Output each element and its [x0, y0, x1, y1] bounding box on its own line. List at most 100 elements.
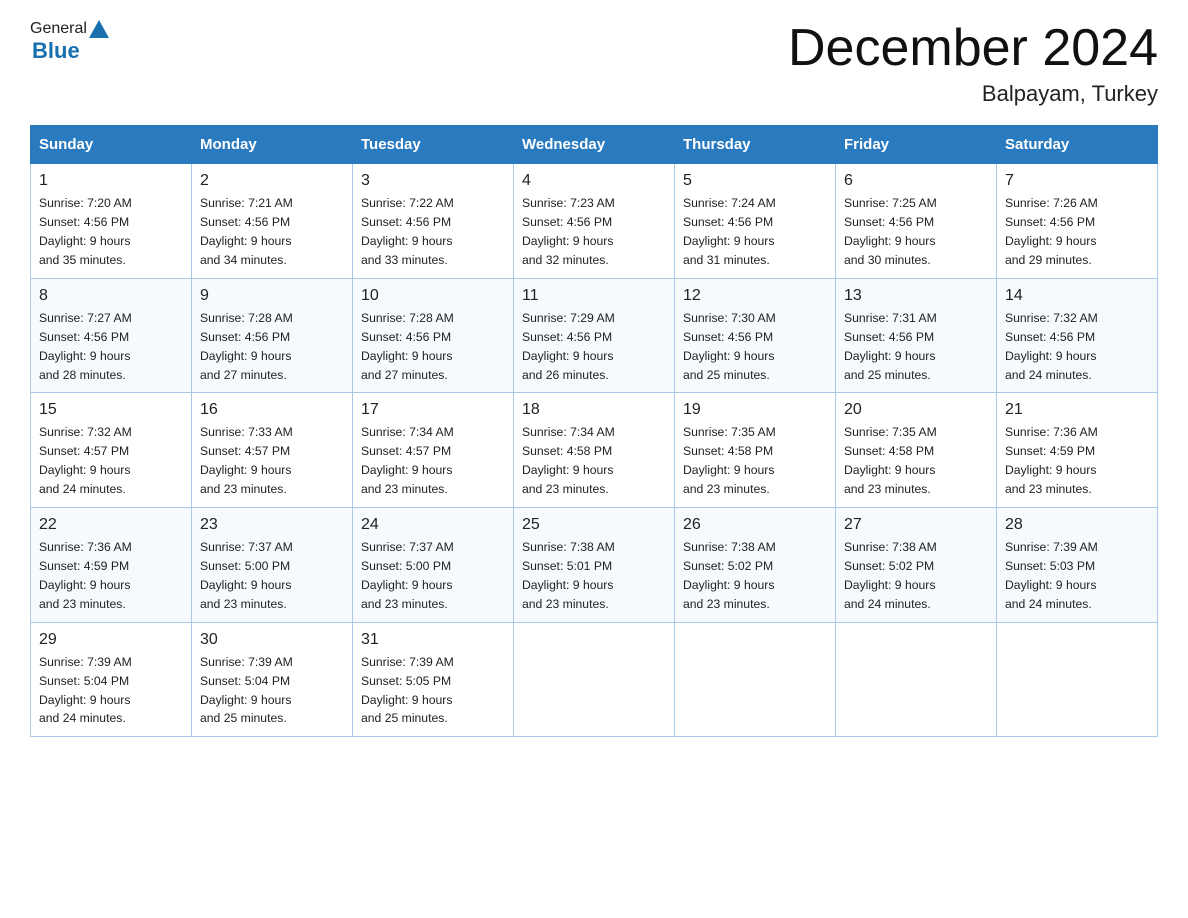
day-number: 24	[361, 516, 505, 534]
day-info: Sunrise: 7:21 AMSunset: 4:56 PMDaylight:…	[200, 196, 293, 267]
col-thursday: Thursday	[675, 126, 836, 164]
table-row: 30 Sunrise: 7:39 AMSunset: 5:04 PMDaylig…	[192, 622, 353, 737]
table-row: 23 Sunrise: 7:37 AMSunset: 5:00 PMDaylig…	[192, 508, 353, 623]
logo-triangle-icon	[89, 20, 109, 38]
table-row: 2 Sunrise: 7:21 AMSunset: 4:56 PMDayligh…	[192, 164, 353, 279]
calendar-week-row: 8 Sunrise: 7:27 AMSunset: 4:56 PMDayligh…	[31, 278, 1158, 393]
table-row: 9 Sunrise: 7:28 AMSunset: 4:56 PMDayligh…	[192, 278, 353, 393]
day-info: Sunrise: 7:24 AMSunset: 4:56 PMDaylight:…	[683, 196, 776, 267]
day-number: 11	[522, 287, 666, 305]
day-number: 12	[683, 287, 827, 305]
day-info: Sunrise: 7:34 AMSunset: 4:57 PMDaylight:…	[361, 425, 454, 496]
table-row: 28 Sunrise: 7:39 AMSunset: 5:03 PMDaylig…	[997, 508, 1158, 623]
table-row: 31 Sunrise: 7:39 AMSunset: 5:05 PMDaylig…	[353, 622, 514, 737]
day-number: 3	[361, 172, 505, 190]
calendar-week-row: 15 Sunrise: 7:32 AMSunset: 4:57 PMDaylig…	[31, 393, 1158, 508]
day-info: Sunrise: 7:38 AMSunset: 5:01 PMDaylight:…	[522, 540, 615, 611]
day-info: Sunrise: 7:35 AMSunset: 4:58 PMDaylight:…	[683, 425, 776, 496]
day-number: 28	[1005, 516, 1149, 534]
col-saturday: Saturday	[997, 126, 1158, 164]
day-info: Sunrise: 7:39 AMSunset: 5:04 PMDaylight:…	[200, 655, 293, 726]
table-row: 6 Sunrise: 7:25 AMSunset: 4:56 PMDayligh…	[836, 164, 997, 279]
day-number: 15	[39, 401, 183, 419]
table-row: 16 Sunrise: 7:33 AMSunset: 4:57 PMDaylig…	[192, 393, 353, 508]
logo-general-text: General	[30, 20, 87, 38]
table-row: 20 Sunrise: 7:35 AMSunset: 4:58 PMDaylig…	[836, 393, 997, 508]
day-number: 16	[200, 401, 344, 419]
table-row: 22 Sunrise: 7:36 AMSunset: 4:59 PMDaylig…	[31, 508, 192, 623]
table-row: 13 Sunrise: 7:31 AMSunset: 4:56 PMDaylig…	[836, 278, 997, 393]
day-number: 22	[39, 516, 183, 534]
logo: General Blue	[30, 20, 111, 64]
day-info: Sunrise: 7:23 AMSunset: 4:56 PMDaylight:…	[522, 196, 615, 267]
day-number: 31	[361, 631, 505, 649]
day-info: Sunrise: 7:30 AMSunset: 4:56 PMDaylight:…	[683, 311, 776, 382]
day-number: 13	[844, 287, 988, 305]
table-row: 3 Sunrise: 7:22 AMSunset: 4:56 PMDayligh…	[353, 164, 514, 279]
table-row: 25 Sunrise: 7:38 AMSunset: 5:01 PMDaylig…	[514, 508, 675, 623]
table-row: 12 Sunrise: 7:30 AMSunset: 4:56 PMDaylig…	[675, 278, 836, 393]
day-number: 25	[522, 516, 666, 534]
location-text: Balpayam, Turkey	[788, 81, 1158, 107]
day-number: 26	[683, 516, 827, 534]
day-info: Sunrise: 7:32 AMSunset: 4:56 PMDaylight:…	[1005, 311, 1098, 382]
day-info: Sunrise: 7:25 AMSunset: 4:56 PMDaylight:…	[844, 196, 937, 267]
table-row: 29 Sunrise: 7:39 AMSunset: 5:04 PMDaylig…	[31, 622, 192, 737]
table-row: 17 Sunrise: 7:34 AMSunset: 4:57 PMDaylig…	[353, 393, 514, 508]
day-info: Sunrise: 7:36 AMSunset: 4:59 PMDaylight:…	[1005, 425, 1098, 496]
day-info: Sunrise: 7:33 AMSunset: 4:57 PMDaylight:…	[200, 425, 293, 496]
day-info: Sunrise: 7:20 AMSunset: 4:56 PMDaylight:…	[39, 196, 132, 267]
table-row: 15 Sunrise: 7:32 AMSunset: 4:57 PMDaylig…	[31, 393, 192, 508]
day-number: 27	[844, 516, 988, 534]
day-number: 10	[361, 287, 505, 305]
day-number: 14	[1005, 287, 1149, 305]
day-number: 4	[522, 172, 666, 190]
day-info: Sunrise: 7:36 AMSunset: 4:59 PMDaylight:…	[39, 540, 132, 611]
day-number: 5	[683, 172, 827, 190]
day-number: 21	[1005, 401, 1149, 419]
table-row: 5 Sunrise: 7:24 AMSunset: 4:56 PMDayligh…	[675, 164, 836, 279]
day-info: Sunrise: 7:39 AMSunset: 5:04 PMDaylight:…	[39, 655, 132, 726]
calendar-week-row: 22 Sunrise: 7:36 AMSunset: 4:59 PMDaylig…	[31, 508, 1158, 623]
table-row	[997, 622, 1158, 737]
table-row: 24 Sunrise: 7:37 AMSunset: 5:00 PMDaylig…	[353, 508, 514, 623]
table-row	[675, 622, 836, 737]
table-row: 7 Sunrise: 7:26 AMSunset: 4:56 PMDayligh…	[997, 164, 1158, 279]
table-row	[836, 622, 997, 737]
day-info: Sunrise: 7:29 AMSunset: 4:56 PMDaylight:…	[522, 311, 615, 382]
logo-blue-text: Blue	[32, 38, 80, 64]
col-sunday: Sunday	[31, 126, 192, 164]
month-title: December 2024	[788, 20, 1158, 77]
table-row: 27 Sunrise: 7:38 AMSunset: 5:02 PMDaylig…	[836, 508, 997, 623]
calendar-header-row: Sunday Monday Tuesday Wednesday Thursday…	[31, 126, 1158, 164]
table-row: 10 Sunrise: 7:28 AMSunset: 4:56 PMDaylig…	[353, 278, 514, 393]
day-info: Sunrise: 7:22 AMSunset: 4:56 PMDaylight:…	[361, 196, 454, 267]
col-tuesday: Tuesday	[353, 126, 514, 164]
day-number: 30	[200, 631, 344, 649]
table-row: 26 Sunrise: 7:38 AMSunset: 5:02 PMDaylig…	[675, 508, 836, 623]
col-wednesday: Wednesday	[514, 126, 675, 164]
table-row: 4 Sunrise: 7:23 AMSunset: 4:56 PMDayligh…	[514, 164, 675, 279]
table-row: 11 Sunrise: 7:29 AMSunset: 4:56 PMDaylig…	[514, 278, 675, 393]
day-number: 17	[361, 401, 505, 419]
table-row	[514, 622, 675, 737]
day-number: 1	[39, 172, 183, 190]
table-row: 18 Sunrise: 7:34 AMSunset: 4:58 PMDaylig…	[514, 393, 675, 508]
page-header: General Blue December 2024 Balpayam, Tur…	[30, 20, 1158, 107]
day-info: Sunrise: 7:35 AMSunset: 4:58 PMDaylight:…	[844, 425, 937, 496]
day-info: Sunrise: 7:34 AMSunset: 4:58 PMDaylight:…	[522, 425, 615, 496]
day-number: 8	[39, 287, 183, 305]
day-info: Sunrise: 7:27 AMSunset: 4:56 PMDaylight:…	[39, 311, 132, 382]
day-number: 6	[844, 172, 988, 190]
title-block: December 2024 Balpayam, Turkey	[788, 20, 1158, 107]
day-info: Sunrise: 7:38 AMSunset: 5:02 PMDaylight:…	[683, 540, 776, 611]
day-number: 2	[200, 172, 344, 190]
day-number: 19	[683, 401, 827, 419]
table-row: 8 Sunrise: 7:27 AMSunset: 4:56 PMDayligh…	[31, 278, 192, 393]
day-info: Sunrise: 7:37 AMSunset: 5:00 PMDaylight:…	[361, 540, 454, 611]
day-info: Sunrise: 7:37 AMSunset: 5:00 PMDaylight:…	[200, 540, 293, 611]
day-info: Sunrise: 7:31 AMSunset: 4:56 PMDaylight:…	[844, 311, 937, 382]
calendar-week-row: 29 Sunrise: 7:39 AMSunset: 5:04 PMDaylig…	[31, 622, 1158, 737]
table-row: 21 Sunrise: 7:36 AMSunset: 4:59 PMDaylig…	[997, 393, 1158, 508]
day-info: Sunrise: 7:38 AMSunset: 5:02 PMDaylight:…	[844, 540, 937, 611]
